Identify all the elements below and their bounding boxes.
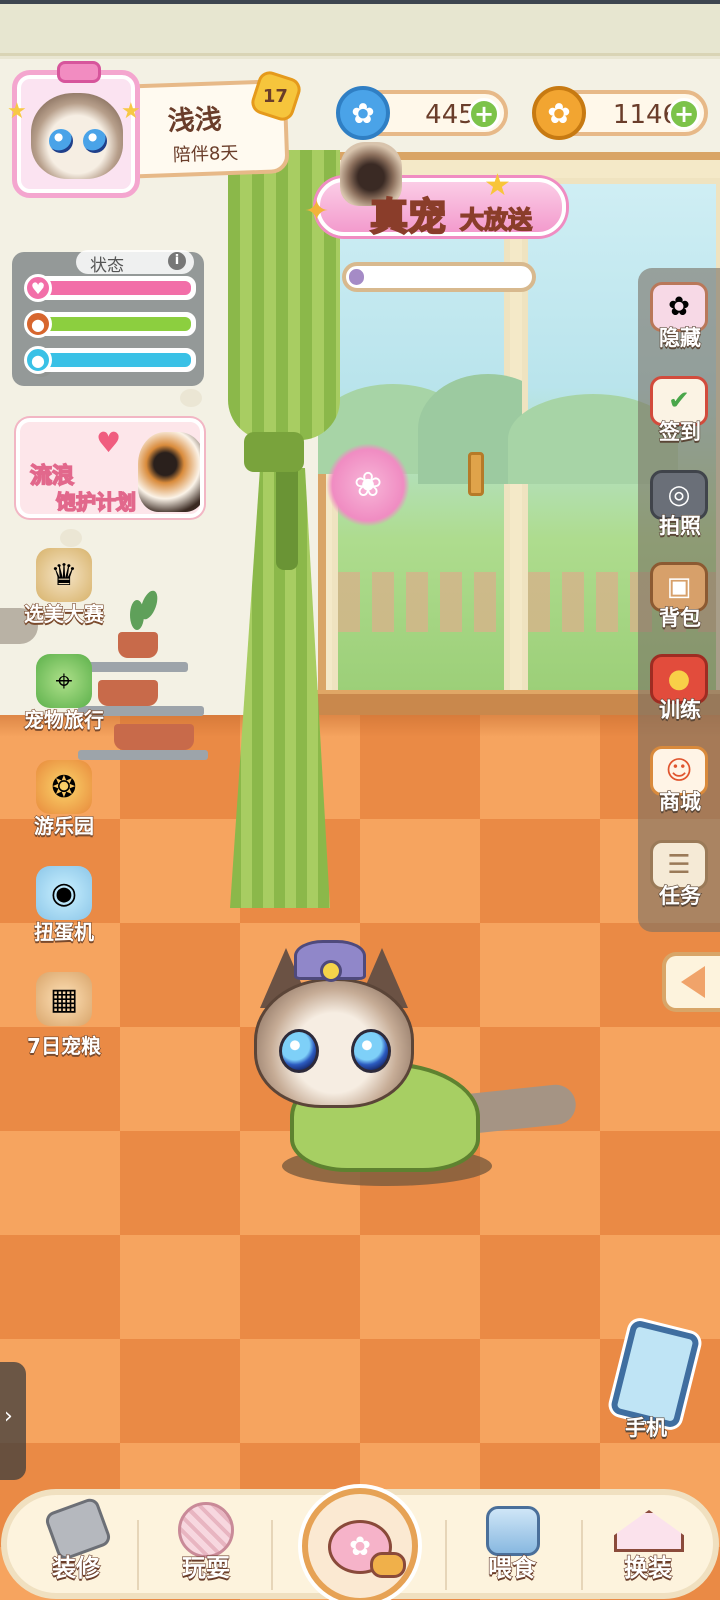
left-menu-item-beauty-contest[interactable]: ♛ 选美大赛	[8, 548, 120, 638]
left-menu-label: 游乐园	[33, 813, 94, 838]
event-progress-bar	[342, 262, 536, 292]
right-menu-item-shop[interactable]: ☺ 商城	[642, 742, 720, 828]
player-name: 浅浅	[167, 104, 223, 138]
hunger-bar	[30, 312, 196, 336]
status-header: 状态 i	[76, 250, 194, 276]
star-icon: ★	[121, 99, 141, 124]
hunger-bar-fill	[35, 317, 191, 331]
event-title-main: 真宠	[369, 194, 447, 240]
event-title-sub: 大放送	[459, 205, 533, 235]
heart-face-icon: ♥	[24, 274, 52, 302]
mood-bar	[30, 276, 196, 300]
siamese-cat-avatar-icon[interactable]: ★ ★	[7, 61, 141, 198]
left-menu-item-amusement-park[interactable]: ❂ 游乐园	[8, 760, 120, 850]
clothes-hanger-icon	[614, 1510, 684, 1552]
left-menu-item-7day-food[interactable]: ▦ 7日宠粮	[8, 972, 120, 1072]
gem-counter: ✿ 445 +	[336, 86, 508, 140]
left-menu-item-pet-travel[interactable]: ⌖ 宠物旅行	[8, 654, 120, 744]
companion-days: 陪伴8天	[172, 142, 239, 167]
calico-cat-icon	[138, 432, 200, 512]
event-banner[interactable]: 真宠 大放送 ★ ✦	[300, 142, 580, 250]
right-menu-item-training[interactable]: ● 训练	[642, 650, 720, 736]
left-menu-label: 宠物旅行	[23, 707, 104, 732]
water-drop-icon: ●	[24, 346, 52, 374]
right-menu-label: 签到	[658, 419, 701, 444]
gacha-machine-icon: ◉	[36, 866, 92, 920]
add-gems-button[interactable]: +	[468, 98, 500, 130]
nav-dress-up-label: 换装	[623, 1553, 672, 1582]
star-icon: ★	[484, 168, 511, 203]
paw-coin-icon: ✿	[532, 86, 586, 140]
right-menu-item-checkin[interactable]: ✔ 签到	[642, 372, 720, 458]
right-menu-label: 拍照	[658, 513, 701, 538]
promo-rescue-card[interactable]: ♥ 流浪 饱护计划	[16, 418, 204, 518]
info-icon[interactable]: i	[168, 252, 186, 270]
phone-button[interactable]: 手机	[609, 1318, 701, 1442]
star-icon: ✦	[304, 194, 330, 229]
right-menu-item-backpack[interactable]: ▣ 背包	[642, 558, 720, 644]
mood-bar-fill	[35, 281, 191, 295]
right-menu-item-photo[interactable]: ◎ 拍照	[642, 466, 720, 552]
paw-gem-icon: ✿	[336, 86, 390, 140]
left-menu-label: 选美大赛	[23, 601, 104, 626]
right-menu-item-tasks[interactable]: ☰ 任务	[642, 836, 720, 922]
nav-play-label: 玩耍	[181, 1553, 230, 1582]
right-menu-label: 背包	[658, 605, 701, 630]
nav-center-paw-button[interactable]: ✿	[302, 1488, 418, 1600]
window-handle	[468, 452, 484, 496]
ferris-wheel-icon: ❂	[36, 760, 92, 814]
window-paw-sparkle-icon[interactable]: ❀	[326, 443, 410, 527]
left-menu-item-gacha[interactable]: ◉ 扭蛋机	[8, 866, 120, 956]
promo-line2: 饱护计划	[55, 489, 137, 514]
left-menu-label: 7日宠粮	[26, 1033, 101, 1058]
bow-icon	[57, 61, 101, 83]
drumstick-icon: ●	[24, 310, 52, 338]
status-title: 状态	[90, 256, 124, 276]
add-coins-button[interactable]: +	[668, 98, 700, 130]
nav-play[interactable]: 玩耍	[150, 1500, 262, 1596]
nav-renovate[interactable]: 装修	[20, 1495, 132, 1596]
crown-throne-icon: ♛	[36, 548, 92, 602]
thirst-bar-fill	[35, 353, 191, 367]
collapse-right-menu-button[interactable]	[662, 952, 720, 1012]
right-menu-label: 隐藏	[658, 325, 701, 350]
thirst-bar	[30, 348, 196, 372]
event-progress-fill	[349, 269, 364, 285]
chevron-right-icon: ›	[4, 1404, 13, 1429]
level-number: 17	[263, 85, 289, 107]
chat-bubble-icon	[370, 1552, 406, 1578]
right-menu-label: 商城	[658, 789, 701, 814]
nav-feed-label: 喂食	[487, 1553, 536, 1582]
ceiling	[0, 4, 720, 56]
food-bowl-icon: ▦	[36, 972, 92, 1026]
right-menu-label: 训练	[658, 697, 701, 722]
status-panel: 状态 i ♥ ● ●	[12, 250, 204, 386]
nav-renovate-label: 装修	[51, 1553, 100, 1582]
player-profile[interactable]: 浅浅 陪伴8天 17 ★ ★	[6, 61, 304, 206]
window-pane-left	[318, 178, 558, 698]
right-menu-item-hide[interactable]: ✿ 隐藏	[642, 278, 720, 364]
nav-feed[interactable]: 喂食	[456, 1500, 568, 1596]
pet-head	[254, 978, 414, 1108]
heart-icon: ♥	[96, 426, 122, 459]
coin-counter: ✿ 1146 +	[532, 86, 708, 140]
phone-label: 手机	[624, 1415, 667, 1440]
left-menu-label: 扭蛋机	[33, 919, 94, 944]
pet-cat[interactable]	[236, 940, 586, 1190]
nav-dress-up[interactable]: 换装	[592, 1500, 704, 1596]
star-icon: ★	[7, 99, 27, 124]
right-menu-label: 任务	[658, 883, 701, 908]
map-pin-icon: ⌖	[36, 654, 92, 708]
arrow-left-icon	[681, 966, 705, 998]
